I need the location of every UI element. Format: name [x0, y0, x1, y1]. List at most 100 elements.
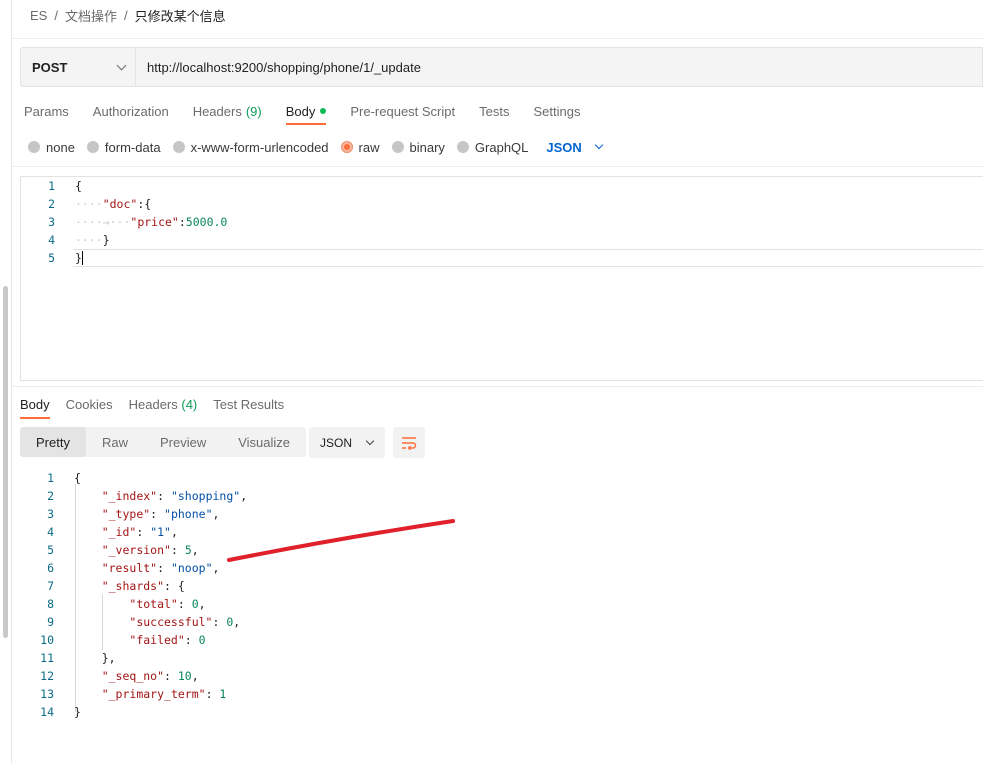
view-visualize-button[interactable]: Visualize: [222, 427, 306, 457]
line-number: 12: [40, 669, 54, 683]
body-type-graphql[interactable]: GraphQL: [456, 140, 528, 155]
tab-settings[interactable]: Settings: [533, 104, 580, 119]
code-token: "_type": [101, 507, 151, 521]
code-token: :{: [137, 197, 152, 211]
line-number: 1: [48, 179, 55, 193]
tab-label: Body: [285, 103, 316, 119]
tab-params[interactable]: Params: [24, 104, 69, 119]
line-number: 9: [47, 615, 54, 629]
view-raw-button[interactable]: Raw: [86, 427, 144, 457]
code-token: "_primary_term": [101, 687, 206, 701]
radio-icon: [172, 141, 185, 153]
url-input[interactable]: http://localhost:9200/shopping/phone/1/_…: [136, 60, 421, 75]
request-bar: POST http://localhost:9200/shopping/phon…: [20, 47, 983, 87]
headers-count-badge: (4): [181, 396, 198, 412]
code-token: "total": [129, 597, 178, 611]
view-pretty-button[interactable]: Pretty: [20, 427, 86, 457]
code-line: 4 ····}: [21, 231, 110, 249]
line-number: 10: [40, 633, 54, 647]
breadcrumb-separator: /: [54, 7, 58, 23]
code-line: 11 },: [20, 649, 115, 667]
code-token: {: [74, 471, 81, 485]
line-number: 6: [47, 561, 54, 575]
chevron-down-icon: [116, 60, 127, 70]
language-label: JSON: [546, 139, 582, 155]
code-token: "1": [150, 525, 171, 539]
code-line: 10 "failed": 0: [20, 631, 205, 649]
code-line: 5 "_version": 5,: [20, 541, 199, 559]
line-number: 5: [48, 251, 55, 265]
tab-label: Pre-request Script: [350, 103, 456, 119]
body-type-raw[interactable]: raw: [340, 140, 380, 155]
radio-label: form-data: [104, 139, 161, 155]
code-token: "_index": [101, 489, 158, 503]
code-token: "failed": [129, 633, 185, 647]
response-format-select[interactable]: JSON: [309, 427, 385, 458]
body-type-urlencoded[interactable]: x-www-form-urlencoded: [172, 140, 329, 155]
code-token: "shopping": [170, 489, 241, 503]
wrap-lines-icon: [402, 436, 417, 450]
tab-tests[interactable]: Tests: [479, 104, 509, 119]
code-token: : {: [164, 579, 185, 593]
code-line: 6 "result": "noop",: [20, 559, 219, 577]
radio-icon: [391, 141, 404, 153]
radio-label: binary: [409, 139, 445, 155]
response-tab-body[interactable]: Body: [20, 396, 50, 419]
divider: [12, 38, 983, 39]
tab-label: Headers: [128, 396, 178, 412]
text-cursor: [81, 251, 83, 266]
response-tab-cookies[interactable]: Cookies: [66, 397, 113, 412]
code-token: 5: [184, 543, 192, 557]
tab-body[interactable]: Body: [285, 103, 327, 125]
wrap-lines-button[interactable]: [393, 427, 425, 458]
code-token: "phone": [164, 507, 213, 521]
body-type-options: none form-data x-www-form-urlencoded raw…: [28, 138, 604, 156]
tab-pre-request-script[interactable]: Pre-request Script: [350, 104, 455, 119]
line-number: 5: [47, 543, 54, 557]
tab-headers[interactable]: Headers (9): [193, 104, 262, 119]
code-line: 14 }: [20, 703, 81, 721]
breadcrumb: ES / 文档操作 / 只修改某个信息: [30, 5, 226, 25]
headers-count-badge: (9): [245, 103, 262, 119]
line-number: 13: [40, 687, 54, 701]
code-line: 1 {: [20, 469, 81, 487]
code-line: 3 ····→···"price":5000.0: [21, 213, 227, 231]
method-label: POST: [32, 59, 68, 75]
code-line: 5 }: [21, 249, 83, 267]
body-modified-dot-icon: [320, 108, 327, 114]
line-number: 14: [40, 705, 54, 719]
code-line: 1 {: [21, 177, 82, 195]
line-number: 3: [48, 215, 55, 229]
language-select[interactable]: JSON: [546, 139, 604, 155]
breadcrumb-item-request[interactable]: 只修改某个信息: [135, 6, 226, 25]
response-tab-headers[interactable]: Headers (4): [129, 397, 198, 412]
code-token: :: [178, 215, 186, 229]
code-token: 5000.0: [185, 215, 228, 229]
code-token: 0: [198, 633, 206, 647]
format-label: JSON: [320, 435, 353, 450]
left-scrollbar[interactable]: [0, 0, 12, 763]
scrollbar-thumb[interactable]: [3, 286, 8, 638]
tab-label: Body: [20, 396, 50, 412]
request-body-editor[interactable]: 1 { 2 ····"doc":{ 3 ····→···"price":5000…: [20, 176, 983, 381]
chevron-down-icon: [594, 140, 604, 150]
active-tab-indicator: [20, 416, 50, 419]
code-token: "price": [130, 215, 179, 229]
view-preview-button[interactable]: Preview: [144, 427, 222, 457]
tab-label: Cookies: [65, 396, 113, 412]
response-tab-test-results[interactable]: Test Results: [213, 397, 284, 412]
code-token: }: [74, 705, 81, 719]
breadcrumb-separator: /: [123, 7, 128, 23]
breadcrumb-item-es[interactable]: ES: [30, 8, 47, 23]
body-type-none[interactable]: none: [28, 140, 75, 155]
body-type-form-data[interactable]: form-data: [86, 139, 161, 155]
code-token: }: [102, 233, 110, 247]
code-token: "_seq_no": [101, 669, 165, 683]
body-type-binary[interactable]: binary: [391, 139, 445, 155]
code-token: "noop": [170, 561, 213, 575]
breadcrumb-item-folder[interactable]: 文档操作: [65, 6, 117, 25]
tab-authorization[interactable]: Authorization: [93, 104, 169, 119]
tab-label: Params: [24, 103, 69, 119]
method-select[interactable]: POST: [21, 48, 136, 86]
code-line: 13 "_primary_term": 1: [20, 685, 226, 703]
